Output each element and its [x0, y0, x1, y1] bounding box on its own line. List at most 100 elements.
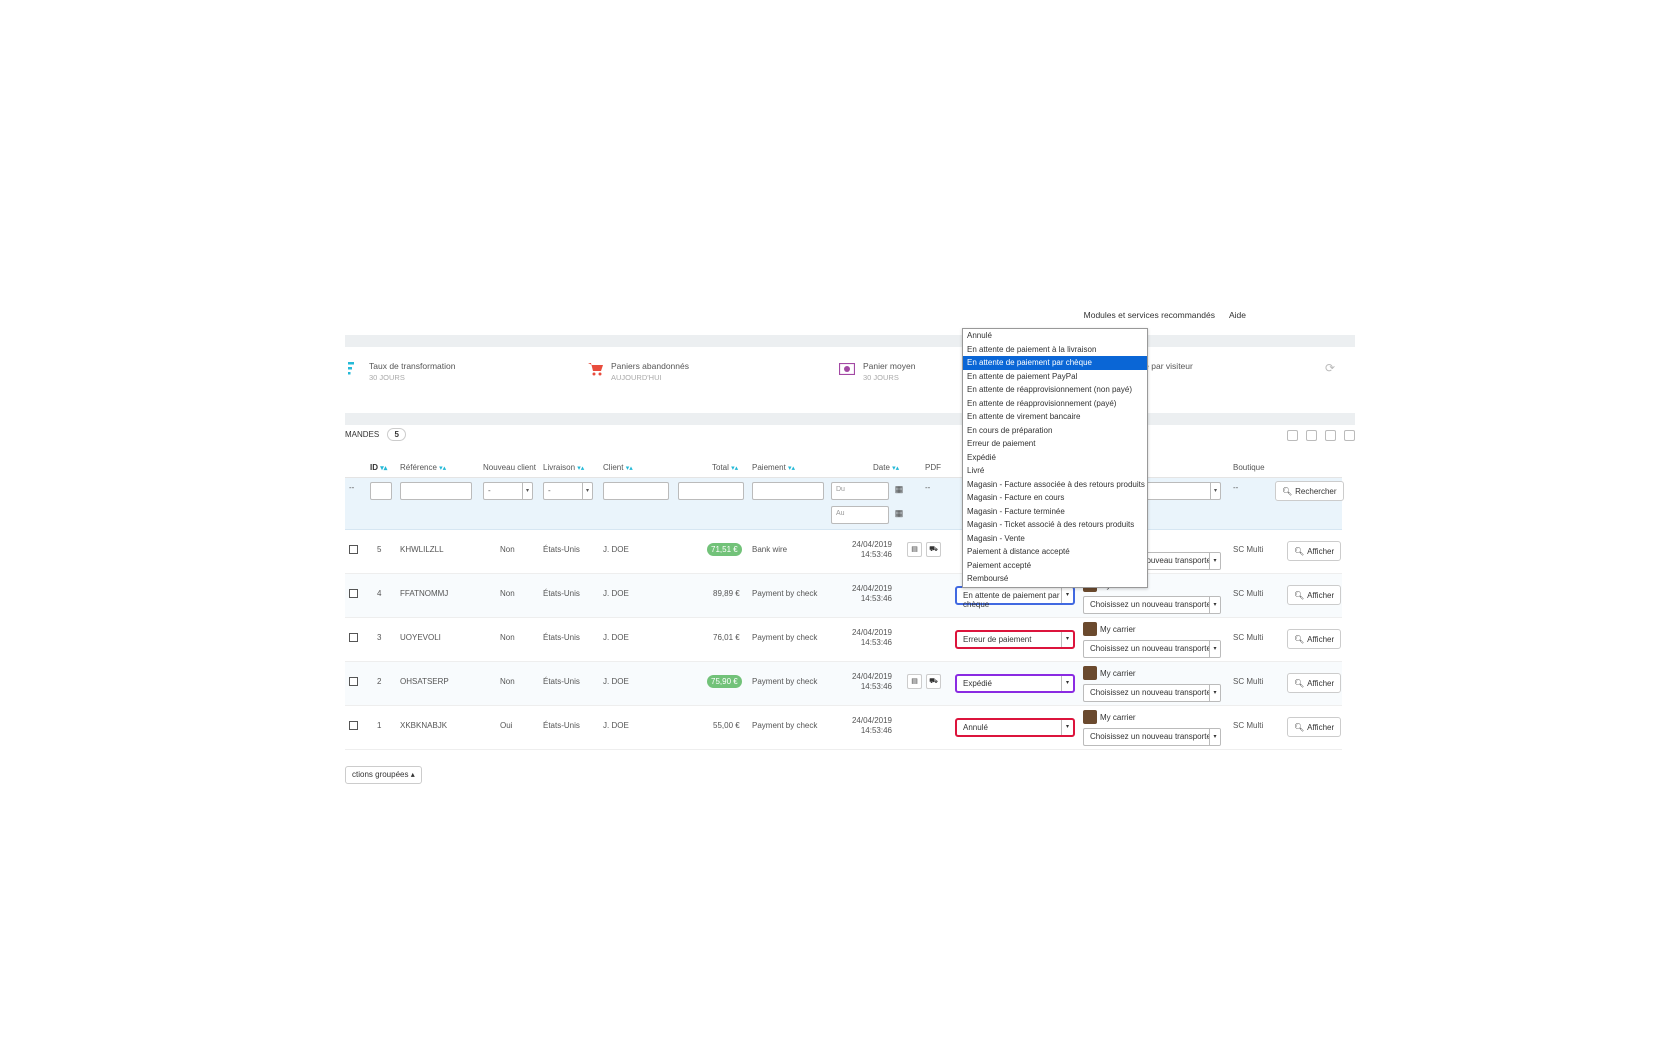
invoice-pdf-icon[interactable]: ▤: [907, 674, 922, 689]
filter-total-input[interactable]: [678, 482, 744, 500]
kpi-average-cart[interactable]: Panier moyen 30 JOURS: [839, 361, 915, 382]
order-new-client: Non: [500, 677, 515, 686]
col-total[interactable]: Total ▾▴: [712, 463, 738, 472]
status-option[interactable]: En attente de paiement par chèque: [963, 356, 1147, 370]
kpi-conversion[interactable]: Taux de transformation 30 JOURS: [345, 361, 455, 382]
status-option[interactable]: En attente de paiement PayPal: [963, 370, 1147, 384]
table-row[interactable]: 4 FFATNOMMJ Non États-Unis J. DOE 89,89 € Paym…: [345, 574, 1342, 618]
order-id: 3: [377, 633, 382, 642]
status-option[interactable]: Paiement accepté: [963, 559, 1147, 573]
filter-new-client-select[interactable]: - ▾: [483, 482, 533, 500]
delivery-slip-icon[interactable]: ⛟: [926, 542, 941, 557]
invoice-pdf-icon[interactable]: ▤: [907, 542, 922, 557]
order-delivery: États-Unis: [543, 677, 580, 686]
status-option[interactable]: Magasin - Facture terminée: [963, 505, 1147, 519]
status-option[interactable]: Annulé: [963, 329, 1147, 343]
status-option[interactable]: Magasin - Ticket associé à des retours p…: [963, 518, 1147, 532]
order-client: J. DOE: [603, 721, 629, 730]
table-row[interactable]: 1 XKBKNABJK Oui États-Unis J. DOE 55,00 € Paym…: [345, 706, 1342, 750]
filter-reference-input[interactable]: [400, 482, 472, 500]
row-checkbox[interactable]: [349, 589, 358, 598]
refresh-list-icon[interactable]: [1306, 430, 1317, 441]
table-row[interactable]: 3 UOYEVOLI Non États-Unis J. DOE 76,01 € Payme…: [345, 618, 1342, 662]
order-payment: Payment by check: [752, 633, 818, 642]
order-shop: SC Multi: [1233, 545, 1264, 554]
view-order-button[interactable]: 🔍︎ Afficher: [1287, 673, 1342, 693]
table-row[interactable]: 2 OHSATSERP Non États-Unis J. DOE 75,90 € Paym…: [345, 662, 1342, 706]
status-option[interactable]: En cours de préparation: [963, 424, 1147, 438]
status-option[interactable]: En attente de réapprovisionnement (non p…: [963, 383, 1147, 397]
filter-carrier-select[interactable]: ▾: [1137, 482, 1221, 500]
order-shop: SC Multi: [1233, 677, 1264, 686]
export-icon[interactable]: [1287, 430, 1298, 441]
calendar-icon[interactable]: ▦: [892, 508, 906, 522]
status-option[interactable]: Erreur de paiement: [963, 437, 1147, 451]
recommended-modules-link[interactable]: Modules et services recommandés: [1084, 310, 1215, 320]
status-option[interactable]: En attente de réapprovisionnement (payé): [963, 397, 1147, 411]
sql-query-icon[interactable]: [1325, 430, 1336, 441]
refresh-icon[interactable]: ⟳: [1325, 361, 1335, 375]
col-client[interactable]: Client ▾▴: [603, 463, 633, 472]
filter-dash: --: [349, 483, 355, 492]
order-status-select[interactable]: Erreur de paiement ▾: [955, 630, 1075, 649]
filter-delivery-select[interactable]: - ▾: [543, 482, 593, 500]
filter-client-input[interactable]: [603, 482, 669, 500]
carrier-select[interactable]: Choisissez un nouveau transporteur ▾: [1083, 640, 1221, 658]
database-icon[interactable]: [1344, 430, 1355, 441]
order-delivery: États-Unis: [543, 721, 580, 730]
order-total: 89,89 €: [713, 589, 740, 598]
delivery-slip-icon[interactable]: ⛟: [926, 674, 941, 689]
status-option[interactable]: Paiement à distance accepté: [963, 545, 1147, 559]
row-checkbox[interactable]: [349, 677, 358, 686]
truck-icon: [1083, 666, 1097, 680]
col-date[interactable]: Date ▾▴: [873, 463, 899, 472]
col-payment[interactable]: Paiement ▾▴: [752, 463, 795, 472]
order-new-client: Non: [500, 589, 515, 598]
status-option[interactable]: Magasin - Facture en cours: [963, 491, 1147, 505]
col-reference[interactable]: Référence ▾▴: [400, 463, 446, 472]
col-delivery[interactable]: Livraison ▾▴: [543, 463, 584, 472]
order-status-select[interactable]: Expédié ▾: [955, 674, 1075, 693]
filter-id-input[interactable]: [370, 482, 392, 500]
status-option[interactable]: Expédié: [963, 451, 1147, 465]
row-checkbox[interactable]: [349, 633, 358, 642]
table-row[interactable]: 5 KHWLILZLL Non États-Unis J. DOE 71,51 € Bank…: [345, 530, 1342, 574]
order-status-select[interactable]: Annulé ▾: [955, 718, 1075, 737]
order-date: 24/04/2019 14:53:46: [851, 672, 892, 691]
carrier-select[interactable]: Choisissez un nouveau transporteur ▾: [1083, 728, 1221, 746]
row-checkbox[interactable]: [349, 545, 358, 554]
bulk-actions-button[interactable]: ctions groupées ▴: [345, 766, 422, 784]
view-order-button[interactable]: 🔍︎ Afficher: [1287, 585, 1342, 605]
view-order-button[interactable]: 🔍︎ Afficher: [1287, 629, 1342, 649]
panel-heading: MANDES 5: [345, 428, 1355, 446]
status-dropdown-list[interactable]: Annulé En attente de paiement à la livrai…: [962, 328, 1148, 588]
help-link[interactable]: Aide: [1229, 310, 1246, 320]
row-checkbox[interactable]: [349, 721, 358, 730]
status-option[interactable]: Livré: [963, 464, 1147, 478]
view-order-button[interactable]: 🔍︎ Afficher: [1287, 717, 1342, 737]
order-status-select[interactable]: En attente de paiement par chèque ▾: [955, 586, 1075, 609]
order-date: 24/04/2019 14:53:46: [851, 628, 892, 647]
kpi-abandoned-carts[interactable]: Paniers abandonnés AUJOURD'HUI: [587, 361, 689, 382]
carrier-info: My carrier: [1083, 710, 1136, 724]
status-option[interactable]: Magasin - Facture associée à des retours…: [963, 478, 1147, 492]
calendar-icon[interactable]: ▦: [892, 484, 906, 498]
status-option[interactable]: Magasin - Vente: [963, 532, 1147, 546]
status-option[interactable]: En attente de virement bancaire: [963, 410, 1147, 424]
carrier-select[interactable]: Choisissez un nouveau transporteur ▾: [1083, 596, 1221, 614]
search-icon: 🔍︎: [1294, 546, 1305, 556]
filter-payment-input[interactable]: [752, 482, 824, 500]
order-new-client: Non: [500, 545, 515, 554]
search-button[interactable]: 🔍︎ Rechercher: [1275, 481, 1344, 501]
col-id[interactable]: ID ▾▴: [370, 463, 387, 472]
carrier-select[interactable]: Choisissez un nouveau transporteur ▾: [1083, 684, 1221, 702]
status-option[interactable]: En attente de paiement à la livraison: [963, 343, 1147, 357]
status-option[interactable]: Remboursé: [963, 572, 1147, 586]
filter-date-to[interactable]: Au: [831, 506, 889, 524]
order-new-client: Non: [500, 633, 515, 642]
order-client: J. DOE: [603, 633, 629, 642]
order-date: 24/04/2019 14:53:46: [851, 540, 892, 559]
col-pdf: PDF: [925, 463, 941, 472]
filter-date-from[interactable]: Du: [831, 482, 889, 500]
view-order-button[interactable]: 🔍︎ Afficher: [1287, 541, 1342, 561]
